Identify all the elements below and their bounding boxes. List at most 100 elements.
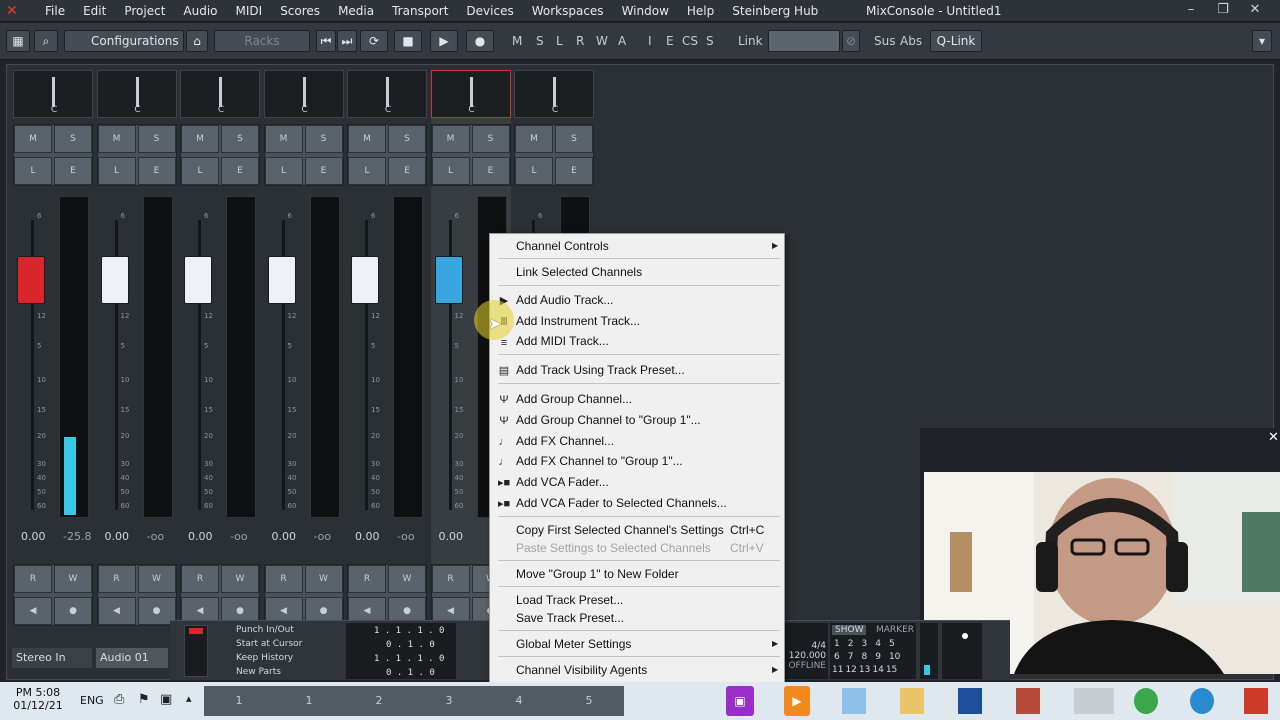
menu-add-vca-fader[interactable]: Add VCA Fader... — [516, 473, 609, 491]
battery-icon[interactable]: ▣ — [160, 692, 172, 707]
menu-add-group-channel[interactable]: Add Group Channel... — [516, 390, 632, 408]
mute-button[interactable]: M — [515, 125, 553, 153]
volume-fader[interactable] — [434, 256, 463, 304]
time-signature[interactable]: 4/4 — [782, 641, 826, 651]
tray-expand-icon[interactable]: ▴ — [186, 692, 192, 705]
maximize-icon[interactable]: ❐ — [1208, 0, 1238, 22]
input-routing[interactable]: Stereo In — [12, 648, 92, 668]
search-icon[interactable]: ⌕ — [34, 30, 58, 52]
edit-button[interactable]: E — [555, 157, 593, 185]
volume-fader[interactable] — [267, 256, 296, 304]
record-icon[interactable]: ● — [54, 597, 92, 625]
menu-window[interactable]: Window — [613, 0, 678, 22]
menu-channel-controls[interactable]: Channel Controls — [516, 237, 609, 255]
marker-number[interactable]: 6 — [834, 652, 840, 662]
listen-button[interactable]: L — [97, 157, 136, 185]
record-icon[interactable]: ● — [466, 30, 494, 52]
listen-toggle[interactable]: L — [556, 30, 563, 52]
marker-number[interactable]: 7 — [848, 652, 854, 662]
read-button[interactable]: R — [14, 565, 52, 593]
mute-button[interactable]: M — [264, 125, 303, 153]
mute-button[interactable]: M — [431, 125, 470, 153]
volume-fader[interactable] — [351, 256, 379, 304]
media-player-icon[interactable]: ▶ — [784, 686, 810, 716]
volume-value[interactable]: 0.00 — [188, 530, 213, 543]
mute-button[interactable]: M — [181, 125, 219, 153]
sends-toggle[interactable]: S — [706, 30, 714, 52]
read-button[interactable]: R — [97, 565, 136, 593]
solo-button[interactable]: S — [388, 125, 426, 153]
insert-toggle[interactable]: I — [648, 30, 652, 52]
chevron-down-icon[interactable]: ▾ — [1252, 30, 1272, 52]
listen-button[interactable]: L — [181, 157, 219, 185]
edit-button[interactable]: E — [221, 157, 259, 185]
menu-save-track-preset[interactable]: Save Track Preset... — [516, 609, 624, 627]
write-button[interactable]: W — [304, 565, 343, 593]
output-routing[interactable]: Audio 01 — [96, 648, 168, 668]
channel-strip-toggle[interactable]: CS — [682, 30, 698, 52]
punch-in-out[interactable]: Punch In/Out — [236, 625, 294, 635]
tempo-value[interactable]: 120.000 — [782, 651, 826, 661]
right-locator[interactable]: 1 . 1 . 1 . 0 — [374, 654, 444, 664]
clock[interactable]: PM 5:08 01/12/21 — [8, 686, 68, 712]
marker-number[interactable]: 4 — [875, 639, 881, 649]
solo-toggle[interactable]: S — [536, 30, 544, 52]
language-indicator[interactable]: ENG — [80, 694, 104, 707]
marker-number[interactable]: 2 — [848, 639, 854, 649]
volume-value[interactable]: 0.00 — [355, 530, 380, 543]
menu-workspaces[interactable]: Workspaces — [523, 0, 613, 22]
mute-button[interactable]: M — [14, 125, 52, 153]
marker-number[interactable]: 13 — [859, 665, 870, 675]
menu-copy-settings[interactable]: Copy First Selected Channel's Settings — [516, 521, 724, 539]
app-icon[interactable]: ▣ — [726, 686, 754, 716]
volume-value[interactable]: 0.00 — [21, 530, 46, 543]
show-button[interactable]: SHOW — [832, 625, 867, 635]
app3-icon[interactable] — [1016, 688, 1040, 714]
write-toggle[interactable]: W — [596, 30, 608, 52]
menu-audio[interactable]: Audio — [174, 0, 226, 22]
mute-toggle[interactable]: M — [512, 30, 522, 52]
write-button[interactable]: W — [388, 565, 426, 593]
eq-toggle[interactable]: E — [666, 30, 674, 52]
menu-add-fx-channel[interactable]: Add FX Channel... — [516, 432, 614, 450]
menu-devices[interactable]: Devices — [457, 0, 522, 22]
racks-dropdown[interactable]: Racks — [214, 30, 310, 52]
browser-icon[interactable] — [1190, 688, 1214, 714]
edit-button[interactable]: E — [54, 157, 92, 185]
menu-help[interactable]: Help — [678, 0, 723, 22]
rewind-icon[interactable]: ◀ — [97, 597, 136, 625]
minimize-icon[interactable]: – — [1176, 0, 1206, 22]
pan-knob[interactable]: C — [96, 70, 177, 118]
edit-button[interactable]: E — [137, 157, 176, 185]
link-dropdown[interactable] — [768, 30, 840, 52]
pan-knob[interactable]: C — [13, 70, 93, 118]
solo-button[interactable]: S — [471, 125, 510, 153]
menu-add-vca-fader-selected[interactable]: Add VCA Fader to Selected Channels... — [516, 494, 727, 512]
folder-icon[interactable] — [900, 688, 924, 714]
left-locator[interactable]: 1 . 1 . 1 . 0 — [374, 626, 444, 636]
read-toggle[interactable]: R — [576, 30, 584, 52]
listen-button[interactable]: L — [431, 157, 470, 185]
layout-icon[interactable]: ▦ — [6, 30, 30, 52]
menu-file[interactable]: File — [36, 0, 74, 22]
configurations-dropdown[interactable]: Configurations — [64, 30, 184, 52]
listen-button[interactable]: L — [515, 157, 553, 185]
new-parts[interactable]: New Parts — [236, 667, 281, 677]
write-button[interactable]: W — [221, 565, 259, 593]
app2-icon[interactable] — [958, 688, 982, 714]
absolute-toggle[interactable]: Abs — [900, 30, 922, 52]
listen-button[interactable]: L — [14, 157, 52, 185]
volume-value[interactable]: 0.00 — [439, 530, 464, 543]
marker-number[interactable]: 12 — [845, 665, 856, 675]
menu-edit[interactable]: Edit — [74, 0, 115, 22]
disable-icon[interactable]: ⊘ — [842, 30, 860, 52]
menu-add-track-preset[interactable]: Add Track Using Track Preset... — [516, 361, 685, 379]
rewind-icon[interactable]: ◀ — [14, 597, 52, 625]
flag-icon[interactable]: ⚑ — [138, 692, 150, 707]
mute-button[interactable]: M — [348, 125, 386, 153]
marker-number[interactable]: 14 — [872, 665, 883, 675]
marker-number[interactable]: 11 — [832, 665, 843, 675]
menu-add-audio-track[interactable]: Add Audio Track... — [516, 291, 613, 309]
volume-fader[interactable] — [100, 256, 129, 304]
menu-project[interactable]: Project — [115, 0, 174, 22]
